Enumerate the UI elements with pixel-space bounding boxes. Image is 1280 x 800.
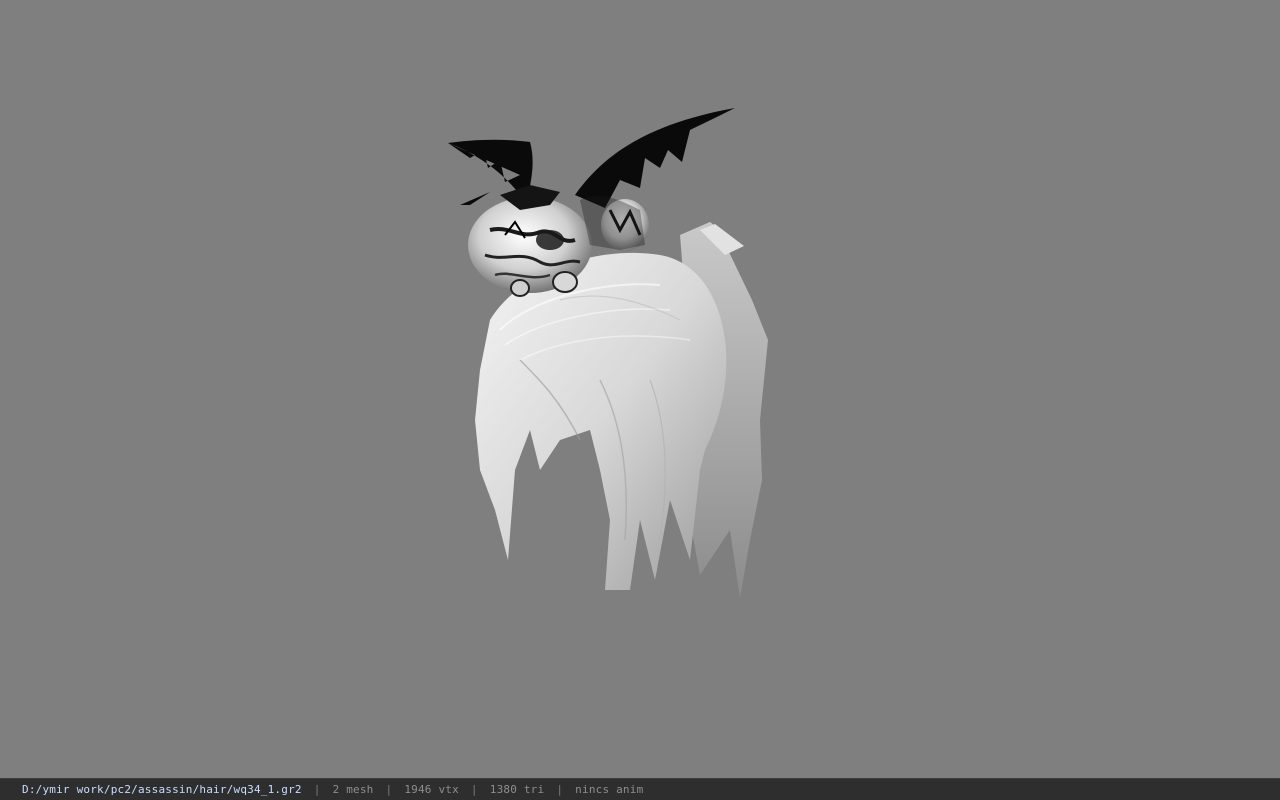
status-separator: | <box>385 783 393 796</box>
bat-wing-left <box>448 139 533 195</box>
status-separator: | <box>556 783 564 796</box>
hair-main <box>475 252 727 590</box>
hair-model-render[interactable] <box>0 0 1280 778</box>
file-path: D:/ymir work/pc2/assassin/hair/wq34_1.gr… <box>22 783 302 796</box>
status-separator: | <box>313 783 321 796</box>
bat-wing-right <box>575 108 735 208</box>
status-separator: | <box>470 783 478 796</box>
3d-viewport[interactable] <box>0 0 1280 778</box>
mesh-count: 2 mesh <box>332 783 374 796</box>
triangle-count: 1380 tri <box>489 783 545 796</box>
animation-status: nincs anim <box>575 783 644 796</box>
vertex-count: 1946 vtx <box>404 783 459 796</box>
status-bar: D:/ymir work/pc2/assassin/hair/wq34_1.gr… <box>0 778 1280 800</box>
